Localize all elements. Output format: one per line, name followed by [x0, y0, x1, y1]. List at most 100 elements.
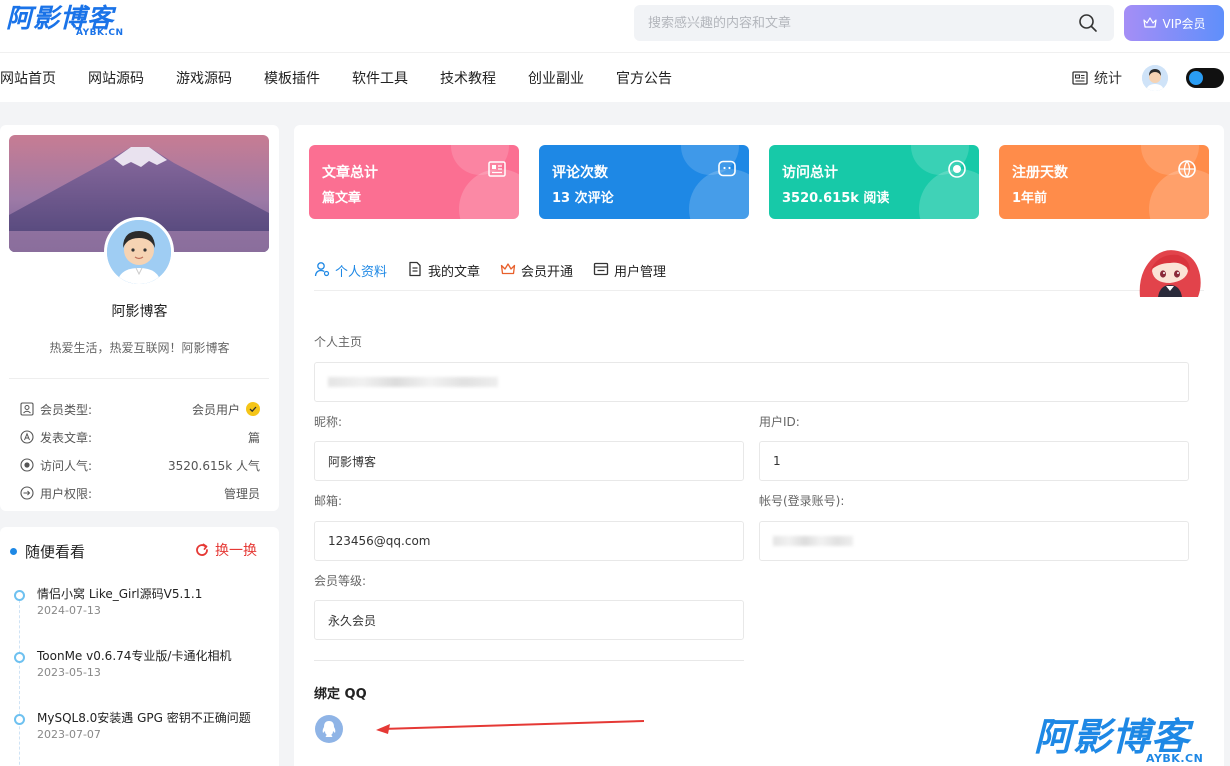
watermark-sub: AYBK.CN: [1144, 752, 1206, 765]
random-posts-list: 情侣小窝 Like_Girl源码V5.1.1 2024-07-13 ToonMe…: [14, 585, 269, 766]
theme-toggle[interactable]: [1186, 68, 1224, 88]
vip-label: VIP会员: [1162, 16, 1206, 31]
stat-title: 访问总计: [782, 165, 838, 181]
info-label: 访问人气:: [40, 458, 93, 473]
post-title[interactable]: ToonMe v0.6.74专业版/卡通化相机: [37, 647, 269, 665]
userid-label: 用户ID:: [759, 415, 800, 429]
annotation-arrow: [376, 720, 645, 734]
nav-item-announcements[interactable]: 官方公告: [616, 68, 672, 88]
info-row-member-type: 会员类型: 会员用户: [20, 395, 260, 423]
search-input[interactable]: [648, 5, 1068, 41]
stats-label: 统计: [1094, 71, 1122, 87]
avatar-icon: [1142, 65, 1168, 91]
refresh-icon: [196, 543, 208, 556]
stats-link[interactable]: 统计: [1072, 68, 1122, 88]
post-title[interactable]: 情侣小窝 Like_Girl源码V5.1.1: [37, 585, 269, 603]
tab-label: 用户管理: [614, 265, 667, 280]
nav-item-templates[interactable]: 模板插件: [264, 68, 320, 88]
nav-item-software[interactable]: 软件工具: [352, 68, 408, 88]
vip-button[interactable]: VIP会员: [1124, 5, 1224, 41]
title-dot-icon: [10, 548, 17, 555]
random-title-text: 随便看看: [25, 543, 86, 561]
info-row-articles: 发表文章: 篇: [20, 423, 260, 451]
list-item[interactable]: 情侣小窝 Like_Girl源码V5.1.1 2024-07-13: [14, 585, 269, 647]
email-field[interactable]: 123456@qq.com: [314, 521, 744, 561]
redacted-text: [328, 377, 498, 387]
user-avatar[interactable]: [1142, 65, 1168, 91]
nickname-field[interactable]: 阿影博客: [314, 441, 744, 481]
anime-mascot-image: [1139, 250, 1201, 297]
bind-qq-title: 绑定 QQ: [314, 687, 367, 702]
divider: [314, 660, 744, 661]
nav-item-game-source[interactable]: 游戏源码: [176, 68, 232, 88]
nav-item-business[interactable]: 创业副业: [528, 68, 584, 88]
divider: [9, 378, 269, 379]
article-a-icon: [20, 430, 34, 444]
level-field[interactable]: 永久会员: [314, 600, 744, 640]
user-center-panel: 文章总计 篇文章 评论次数 13 次评论 访问总计 3520.615k 阅读 注…: [294, 125, 1224, 766]
main-nav: 网站首页 网站源码 游戏源码 模板插件 软件工具 技术教程 创业副业 官方公告 …: [0, 52, 1230, 102]
nav-item-site-source[interactable]: 网站源码: [88, 68, 144, 88]
post-title[interactable]: MySQL8.0安装遇 GPG 密钥不正确问题: [37, 709, 269, 727]
profile-info-list: 会员类型: 会员用户 发表文章: 篇 访问人气: 3520.615k 人气 用户…: [20, 395, 260, 507]
watermark-logo: 阿影博客 AYBK.CN: [1034, 716, 1230, 766]
email-label: 邮箱:: [314, 494, 343, 508]
logo-sub: AYBK.CN: [76, 28, 124, 38]
article-icon: [488, 161, 506, 177]
post-date: 2023-05-13: [37, 666, 101, 679]
profile-card: 阿影博客 热爱生活，热爱互联网！阿影博客 会员类型: 会员用户 发表文章: 篇: [0, 125, 279, 511]
chat-icon: [718, 160, 736, 177]
nickname-label: 昵称:: [314, 415, 343, 429]
id-card-icon: [20, 402, 34, 416]
list-item[interactable]: MySQL8.0安装遇 GPG 密钥不正确问题 2023-07-07: [14, 709, 269, 766]
info-value: 篇: [247, 430, 260, 445]
crown-icon: [500, 263, 516, 275]
account-field[interactable]: [759, 521, 1189, 561]
manage-icon: [593, 262, 609, 276]
userid-field[interactable]: 1: [759, 441, 1189, 481]
toggle-knob: [1189, 71, 1203, 85]
stats-icon: [1072, 71, 1088, 85]
tab-user-management[interactable]: 用户管理: [593, 253, 666, 290]
tab-profile[interactable]: 个人资料: [314, 253, 387, 290]
nav-item-tutorials[interactable]: 技术教程: [440, 68, 496, 88]
redacted-text: [773, 536, 853, 546]
info-row-permission: 用户权限: 管理员: [20, 479, 260, 507]
refresh-button[interactable]: 换一换: [194, 540, 257, 560]
tab-my-articles[interactable]: 我的文章: [407, 253, 480, 290]
site-logo[interactable]: 阿影博客 AYBK.CN: [6, 4, 123, 38]
stat-card-articles: 文章总计 篇文章: [309, 145, 519, 219]
stat-value: 13 次评论: [552, 191, 614, 206]
top-header: 阿影博客 AYBK.CN VIP会员: [0, 0, 1230, 52]
tab-membership[interactable]: 会员开通: [500, 253, 573, 290]
qq-icon: [322, 721, 336, 737]
list-item[interactable]: ToonMe v0.6.74专业版/卡通化相机 2023-05-13: [14, 647, 269, 709]
info-label: 用户权限:: [40, 486, 93, 501]
info-label: 会员类型:: [40, 402, 93, 417]
info-value: 3520.615k 人气: [167, 458, 260, 473]
eye-icon: [948, 160, 966, 178]
level-label: 会员等级:: [314, 574, 367, 588]
document-icon: [409, 261, 421, 277]
search-bar: [634, 5, 1114, 41]
random-posts-card: 随便看看 换一换 情侣小窝 Like_Girl源码V5.1.1 2024-07-…: [0, 527, 279, 766]
stat-title: 文章总计: [322, 165, 378, 181]
stat-card-registered: 注册天数 1年前: [999, 145, 1209, 219]
stat-value: 篇文章: [322, 191, 362, 206]
tab-label: 个人资料: [335, 265, 388, 280]
timeline-dot-icon: [14, 714, 25, 725]
search-icon[interactable]: [1078, 13, 1098, 33]
profile-tabs: 个人资料 我的文章 会员开通 用户管理: [314, 253, 1204, 291]
bind-qq-button[interactable]: [315, 715, 343, 743]
avatar-icon: [107, 220, 171, 284]
post-date: 2024-07-13: [37, 604, 101, 617]
stat-title: 注册天数: [1012, 165, 1068, 181]
info-value: 管理员: [223, 486, 260, 501]
nav-right: 统计: [1072, 53, 1224, 103]
profile-avatar[interactable]: [104, 217, 174, 287]
nav-item-home[interactable]: 网站首页: [0, 68, 56, 88]
info-label: 发表文章:: [40, 430, 93, 445]
stat-card-comments: 评论次数 13 次评论: [539, 145, 749, 219]
homepage-field[interactable]: [314, 362, 1189, 402]
tab-label: 会员开通: [521, 265, 574, 280]
